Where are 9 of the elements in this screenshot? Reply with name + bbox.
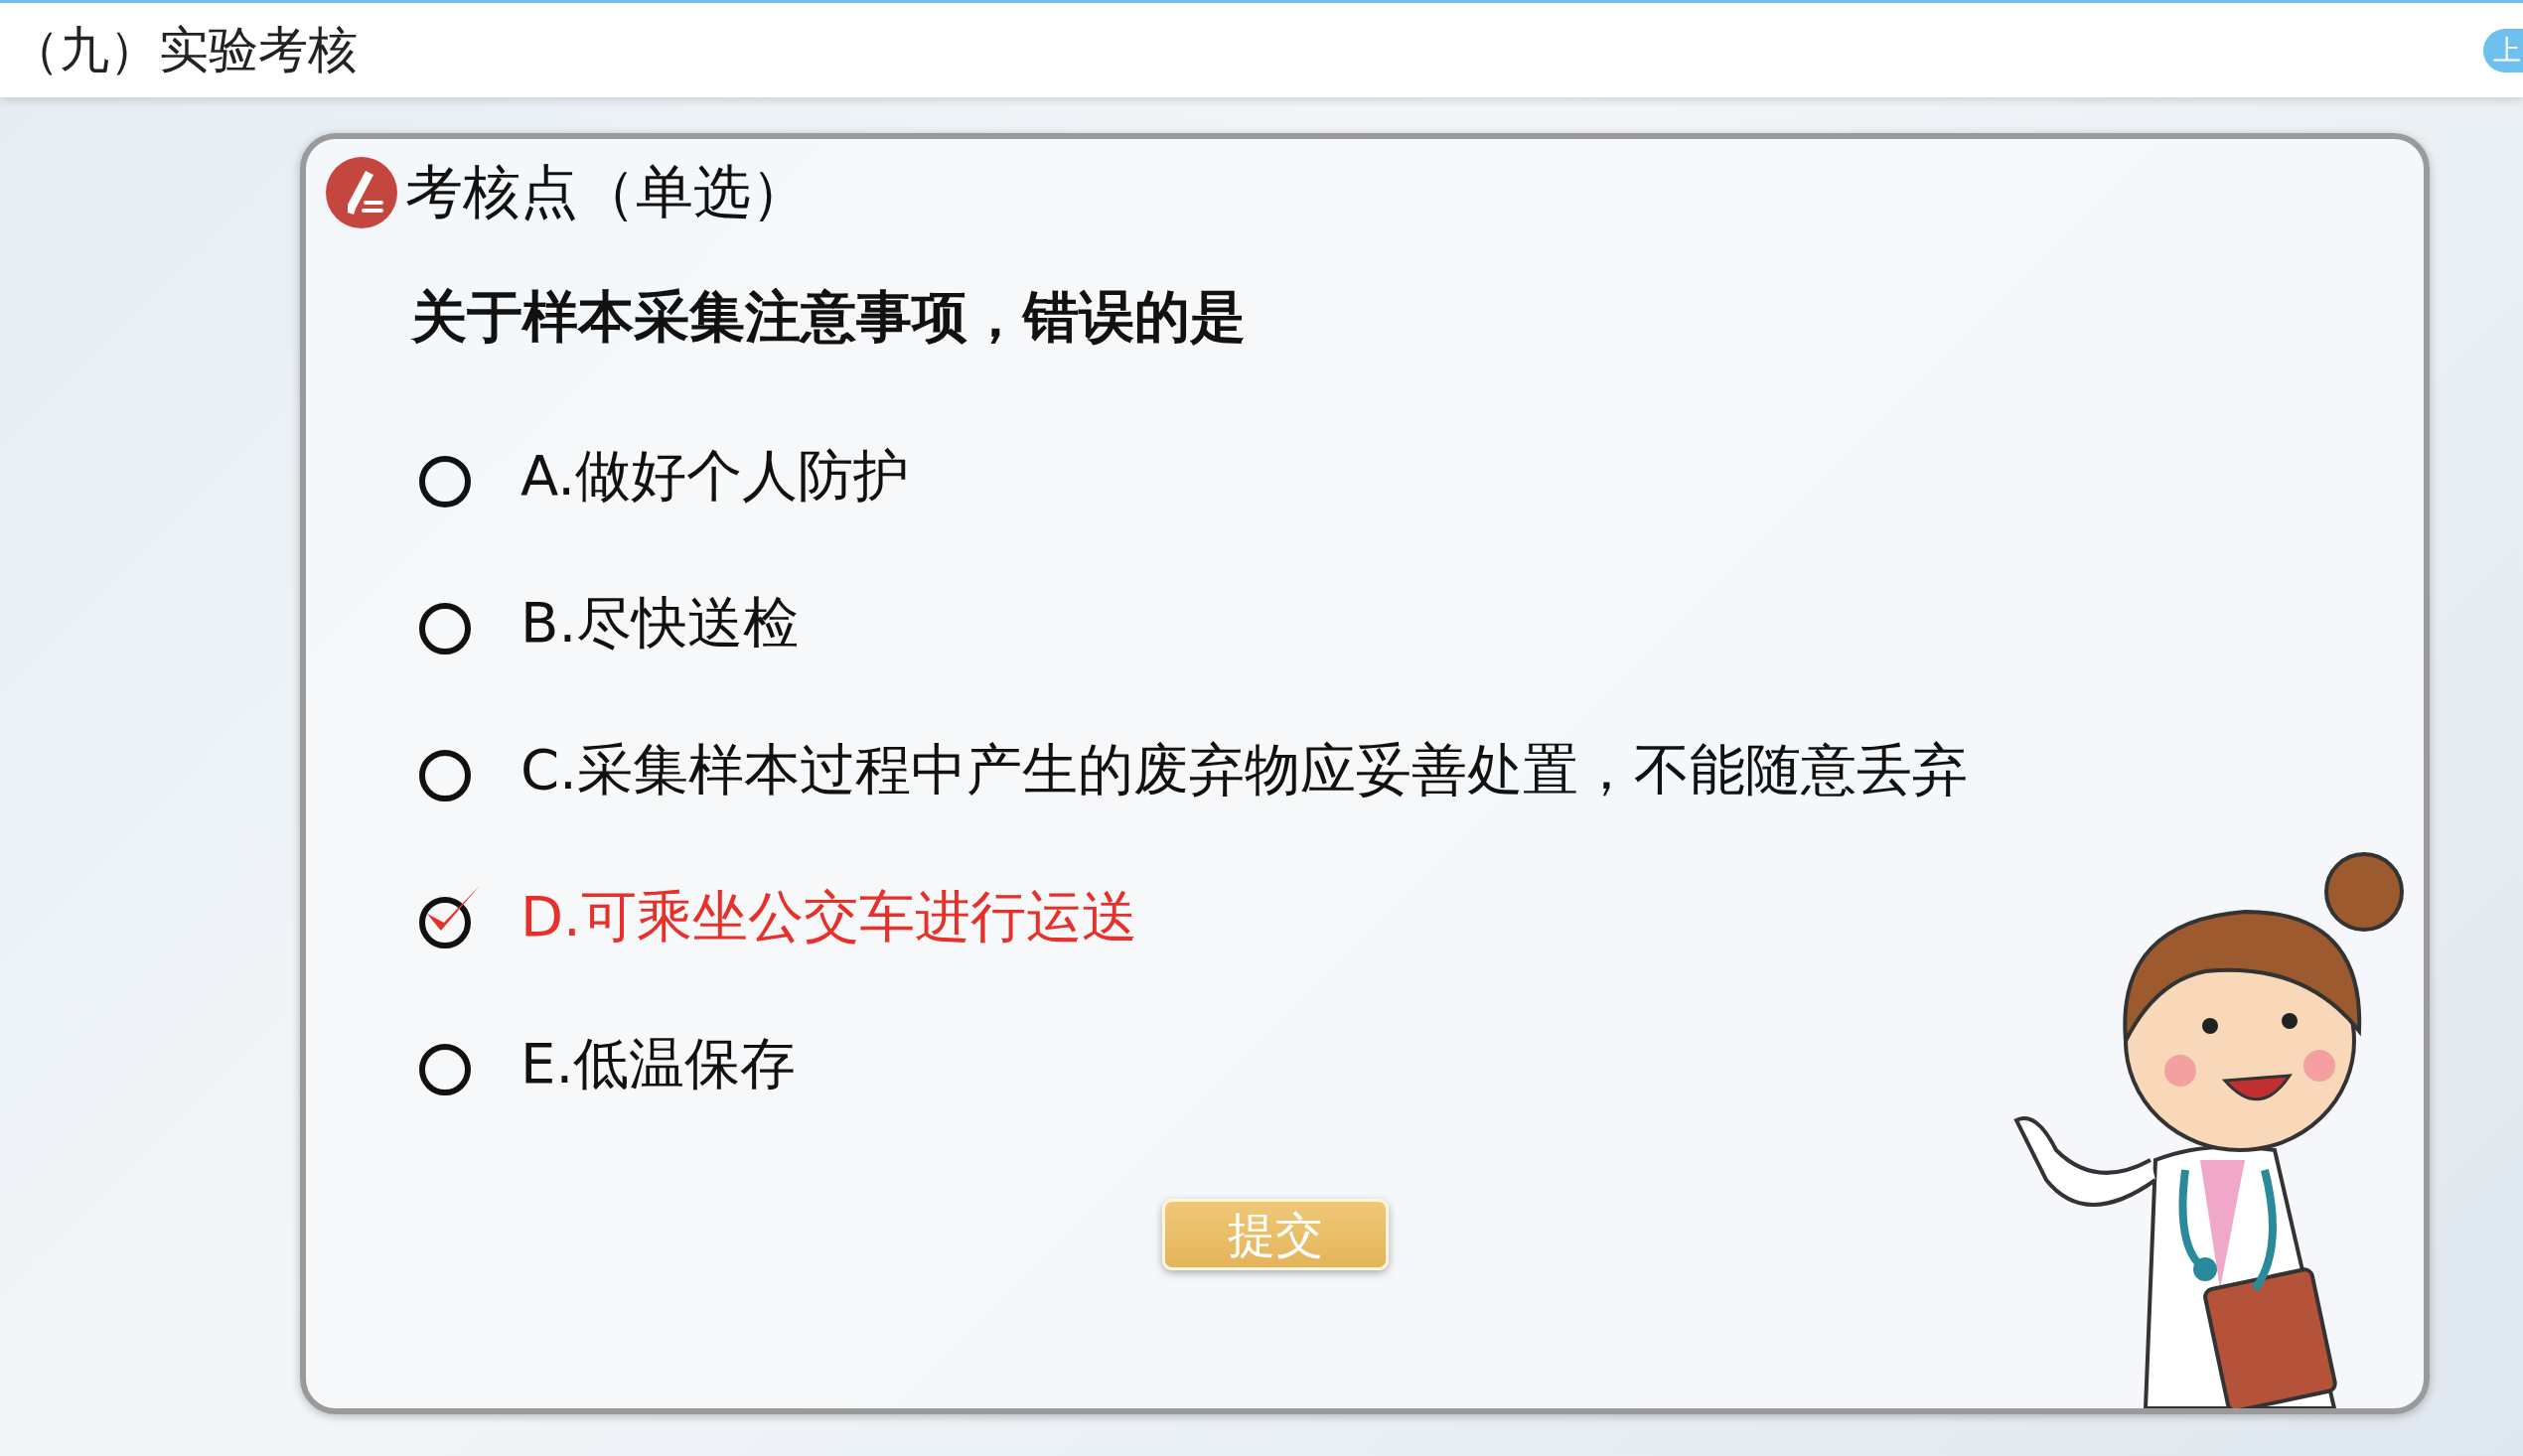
question-text: 关于样本采集注意事项，错误的是 bbox=[411, 283, 1247, 351]
answer-option[interactable]: B.尽快送检 bbox=[520, 587, 800, 658]
answer-option[interactable]: D.可乘坐公交车进行运送 bbox=[520, 881, 1137, 952]
answer-option[interactable]: A.做好个人防护 bbox=[520, 440, 910, 511]
section-title: （九）实验考核 bbox=[10, 20, 358, 80]
pencil-icon bbox=[326, 156, 397, 228]
answer-option[interactable]: E.低温保存 bbox=[520, 1028, 797, 1099]
answer-option[interactable]: C.采集样本过程中产生的废弃物应妥善处置，不能随意丢弃 bbox=[520, 734, 1968, 805]
question-type-heading: 考核点（单选） bbox=[405, 157, 809, 227]
